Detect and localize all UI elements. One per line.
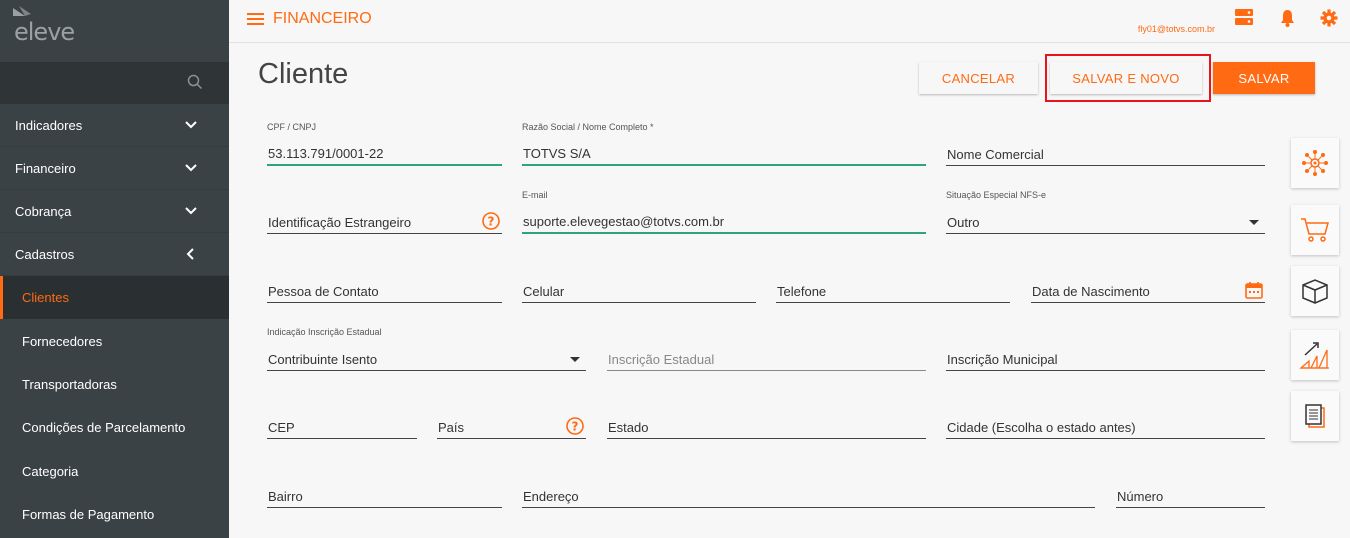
sidebar-subitem-clientes[interactable]: Clientes <box>0 276 229 320</box>
sidebar-item-label: Financeiro <box>15 160 76 176</box>
gear-icon[interactable] <box>1320 9 1338 27</box>
side-card-network[interactable] <box>1291 138 1339 188</box>
estado-placeholder: Estado <box>608 420 649 435</box>
inscricao-estadual-placeholder: Inscrição Estadual <box>608 352 715 367</box>
estado-field[interactable]: Estado <box>607 419 926 439</box>
cpf-label: CPF / CNPJ <box>267 122 317 132</box>
indicacao-ie-select[interactable]: Contribuinte Isento <box>267 351 586 371</box>
indicacao-ie-label: Indicação Inscrição Estadual <box>267 327 382 337</box>
module-title: FINANCEIRO <box>273 10 372 27</box>
inscricao-estadual-field[interactable]: Inscrição Estadual <box>607 351 926 371</box>
sidebar-item-cobranca[interactable]: Cobrança <box>0 190 229 233</box>
chevron-down-icon <box>185 121 197 129</box>
sidebar-item-financeiro[interactable]: Financeiro <box>0 147 229 190</box>
svg-text:?: ? <box>572 420 579 434</box>
inscricao-municipal-field[interactable]: Inscrição Municipal <box>946 351 1265 371</box>
sidebar: eleve Indicadores Financeiro Cobrança Ca… <box>0 0 229 538</box>
cidade-placeholder: Cidade (Escolha o estado antes) <box>947 420 1136 435</box>
data-nascimento-field[interactable]: Data de Nascimento <box>1031 281 1265 303</box>
bell-icon[interactable] <box>1280 9 1295 27</box>
sidebar-item-label: Cobrança <box>15 203 72 219</box>
telefone-field[interactable]: Telefone <box>776 283 1010 303</box>
numero-field[interactable]: Número <box>1116 488 1265 508</box>
pessoa-contato-field[interactable]: Pessoa de Contato <box>267 283 502 303</box>
chevron-left-icon <box>186 248 194 260</box>
page-title: Cliente <box>258 58 349 90</box>
save-button[interactable]: SALVAR <box>1213 62 1315 94</box>
help-icon[interactable]: ? <box>482 212 500 230</box>
cpf-value: 53.113.791/0001-22 <box>268 146 384 161</box>
user-email[interactable]: fly01@totvs.com.br <box>1138 24 1215 34</box>
box-icon <box>1302 279 1328 304</box>
logo-text: eleve <box>14 18 75 46</box>
email-label: E-mail <box>522 190 548 200</box>
documents-icon <box>1305 404 1325 428</box>
indicacao-ie-value: Contribuinte Isento <box>268 352 378 367</box>
calendar-icon[interactable] <box>1245 281 1263 299</box>
dropdown-arrow-icon <box>570 357 580 362</box>
celular-placeholder: Celular <box>523 284 565 299</box>
data-nascimento-placeholder: Data de Nascimento <box>1032 284 1150 299</box>
client-form: CPF / CNPJ 53.113.791/0001-22 Razão Soci… <box>229 108 1350 538</box>
razao-label: Razão Social / Nome Completo * <box>522 122 654 132</box>
cep-field[interactable]: CEP <box>267 419 417 439</box>
svg-text:?: ? <box>488 215 495 229</box>
inscricao-municipal-placeholder: Inscrição Municipal <box>947 352 1058 367</box>
apps-icon[interactable] <box>1235 9 1253 26</box>
celular-field[interactable]: Celular <box>522 283 756 303</box>
sidebar-item-label: Indicadores <box>15 117 83 133</box>
endereco-placeholder: Endereço <box>523 489 579 504</box>
logo[interactable]: eleve <box>0 0 229 62</box>
network-icon <box>1302 150 1328 176</box>
razao-social-field[interactable]: TOTVS S/A <box>522 146 926 166</box>
hamburger-menu-icon[interactable] <box>247 12 264 26</box>
side-card-documents[interactable] <box>1291 391 1339 441</box>
identificacao-estrangeiro-field[interactable]: Identificação Estrangeiro ? <box>267 212 502 234</box>
help-icon[interactable]: ? <box>566 417 584 435</box>
pais-placeholder: País <box>438 420 465 435</box>
situacao-nfse-select[interactable]: Outro <box>946 214 1265 234</box>
side-card-growth[interactable] <box>1291 330 1339 380</box>
search-icon[interactable] <box>187 74 203 90</box>
sidebar-item-label: Cadastros <box>15 246 75 262</box>
chevron-down-icon <box>185 164 197 172</box>
chart-growth-icon <box>1299 342 1329 369</box>
cep-placeholder: CEP <box>268 420 295 435</box>
sidebar-subitem-condicoes-parcelamento[interactable]: Condições de Parcelamento <box>0 406 229 449</box>
sidebar-subitem-formas-pagamento[interactable]: Formas de Pagamento <box>0 493 229 536</box>
pessoa-contato-placeholder: Pessoa de Contato <box>268 284 379 299</box>
pais-field[interactable]: País ? <box>437 417 586 439</box>
nome-comercial-placeholder: Nome Comercial <box>947 147 1044 162</box>
numero-placeholder: Número <box>1117 489 1164 504</box>
sidebar-subitem-fornecedores[interactable]: Fornecedores <box>0 319 229 362</box>
highlight-box <box>1045 54 1211 102</box>
sidebar-item-cadastros[interactable]: Cadastros <box>0 233 229 276</box>
sidebar-subitem-categoria[interactable]: Categoria <box>0 450 229 493</box>
identificacao-estrangeiro-placeholder: Identificação Estrangeiro <box>268 215 412 230</box>
nome-comercial-field[interactable]: Nome Comercial <box>946 146 1265 166</box>
chevron-down-icon <box>185 207 197 215</box>
bairro-field[interactable]: Bairro <box>267 488 502 508</box>
cidade-field[interactable]: Cidade (Escolha o estado antes) <box>946 419 1265 439</box>
cancel-button[interactable]: CANCELAR <box>919 62 1038 94</box>
email-value: suporte.elevegestao@totvs.com.br <box>523 214 725 229</box>
endereco-field[interactable]: Endereço <box>522 488 1095 508</box>
cpf-field[interactable]: 53.113.791/0001-22 <box>267 146 502 166</box>
email-field[interactable]: suporte.elevegestao@totvs.com.br <box>522 214 926 234</box>
telefone-placeholder: Telefone <box>777 284 827 299</box>
dropdown-arrow-icon <box>1249 220 1259 225</box>
side-card-cart[interactable] <box>1291 205 1339 255</box>
bairro-placeholder: Bairro <box>268 489 303 504</box>
sidebar-subitem-transportadoras[interactable]: Transportadoras <box>0 363 229 406</box>
situacao-value: Outro <box>947 215 980 230</box>
sidebar-search[interactable] <box>0 62 229 104</box>
sidebar-item-indicadores[interactable]: Indicadores <box>0 104 229 147</box>
situacao-label: Situação Especial NFS-e <box>946 190 1047 200</box>
topbar: FINANCEIRO fly01@totvs.com.br <box>229 0 1350 43</box>
razao-value: TOTVS S/A <box>523 146 591 161</box>
cart-icon <box>1301 218 1329 242</box>
side-card-box[interactable] <box>1291 266 1339 316</box>
